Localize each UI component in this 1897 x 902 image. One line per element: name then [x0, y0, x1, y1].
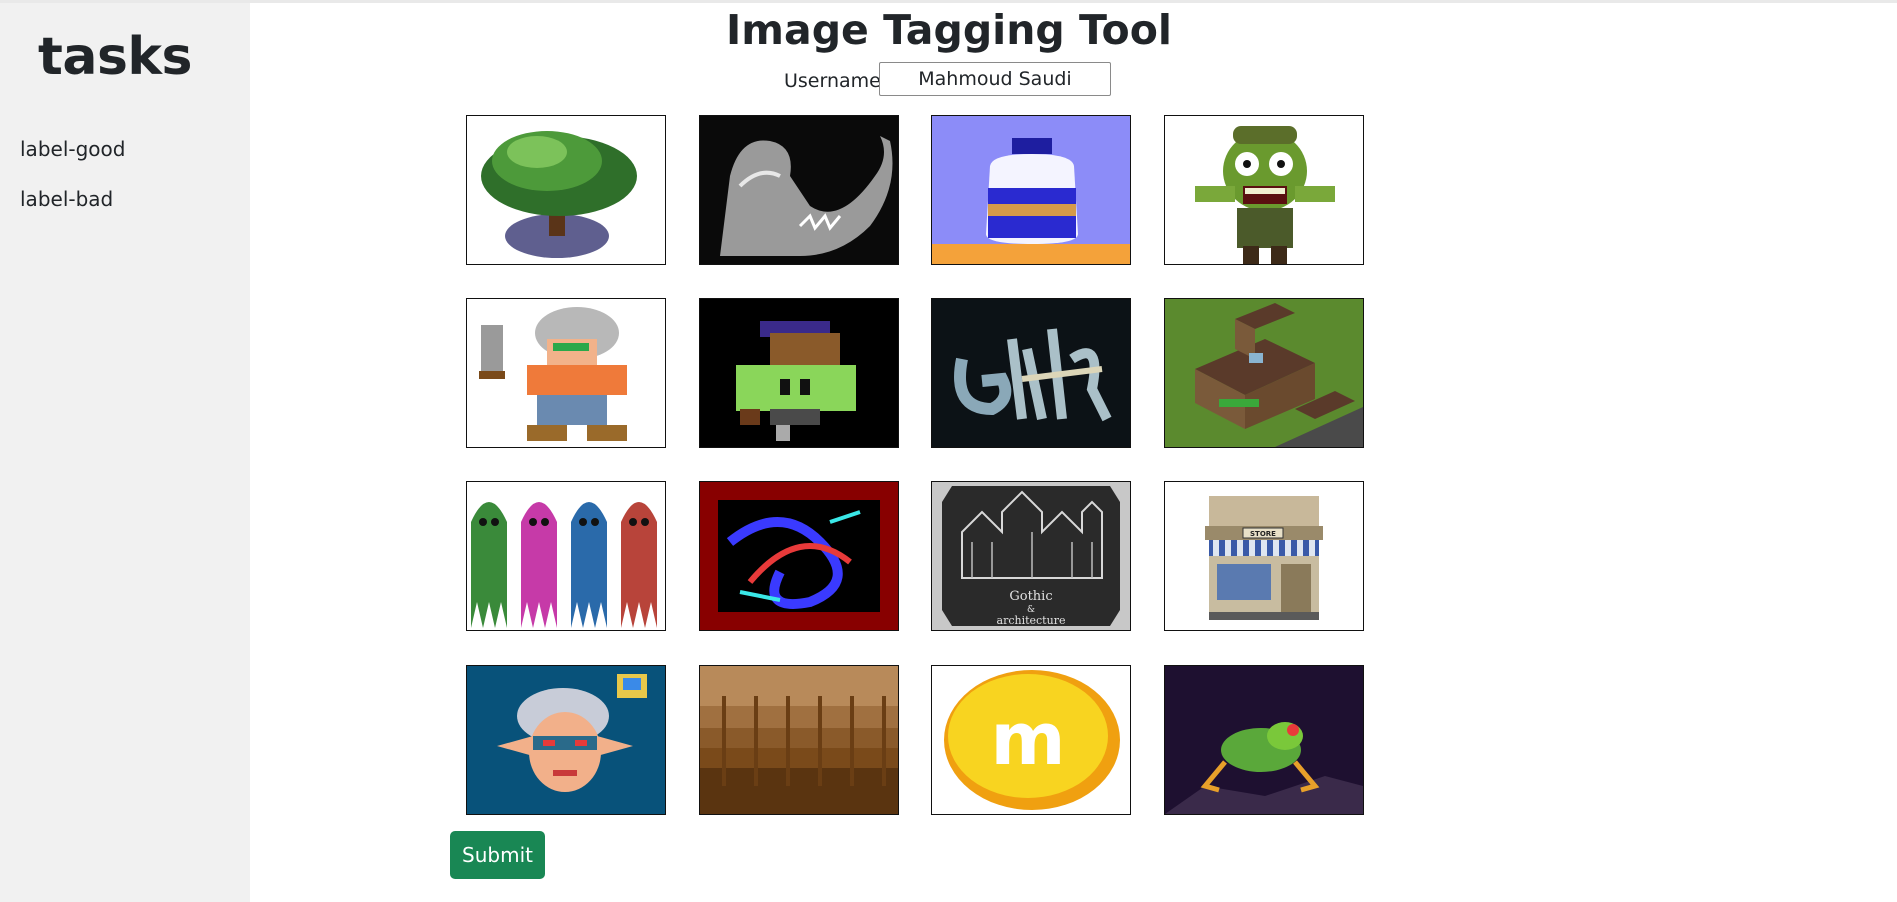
elf-face-image	[467, 666, 665, 814]
frog-image	[1165, 666, 1363, 814]
abstract-swirl-image	[700, 482, 898, 630]
image-tile-green-monster[interactable]	[699, 298, 899, 448]
m-candy-image: m	[932, 666, 1130, 814]
page-title: Image Tagging Tool	[726, 6, 1172, 54]
image-tile-graffiti[interactable]	[931, 298, 1131, 448]
sidebar-item-label-bad[interactable]: label-bad	[20, 187, 113, 211]
username-label: Username	[784, 70, 881, 92]
isometric-house-image	[1165, 299, 1363, 447]
image-tile-frog[interactable]	[1164, 665, 1364, 815]
image-tile-abstract-swirl[interactable]	[699, 481, 899, 631]
image-tile-potion-jar[interactable]	[931, 115, 1131, 265]
tree-image	[467, 116, 665, 264]
graffiti-image	[932, 299, 1130, 447]
knife-warrior-image	[467, 299, 665, 447]
top-border	[0, 0, 1897, 3]
image-tile-tree[interactable]	[466, 115, 666, 265]
green-monster-image	[700, 299, 898, 447]
image-tile-ghosts[interactable]	[466, 481, 666, 631]
sidebar-title: tasks	[38, 27, 192, 87]
image-tile-gothic[interactable]: Gothic & architecture	[931, 481, 1131, 631]
image-tile-m-candy[interactable]: m	[931, 665, 1131, 815]
image-tile-elf-face[interactable]	[466, 665, 666, 815]
sidebar-item-label-good[interactable]: label-good	[20, 137, 125, 161]
store-image: STORE	[1165, 482, 1363, 630]
m-candy-letter: m	[990, 697, 1065, 781]
image-tile-brown-pattern[interactable]	[699, 665, 899, 815]
gothic-image: Gothic & architecture	[932, 482, 1130, 630]
gothic-caption: Gothic	[1009, 589, 1052, 604]
brown-pattern-image	[700, 666, 898, 814]
image-tile-isometric-house[interactable]	[1164, 298, 1364, 448]
ghosts-image	[467, 482, 665, 630]
store-sign: STORE	[1250, 530, 1276, 538]
submit-button[interactable]: Submit	[450, 831, 545, 879]
dinosaur-image	[700, 116, 898, 264]
image-tile-store[interactable]: STORE	[1164, 481, 1364, 631]
sidebar: tasks label-good label-bad	[0, 3, 250, 902]
image-tile-zombie[interactable]	[1164, 115, 1364, 265]
image-tile-knife-warrior[interactable]	[466, 298, 666, 448]
gothic-subcaption: architecture	[997, 614, 1066, 627]
potion-jar-image	[932, 116, 1130, 264]
zombie-image	[1165, 116, 1363, 264]
image-tile-dinosaur[interactable]	[699, 115, 899, 265]
username-input[interactable]	[879, 62, 1111, 96]
